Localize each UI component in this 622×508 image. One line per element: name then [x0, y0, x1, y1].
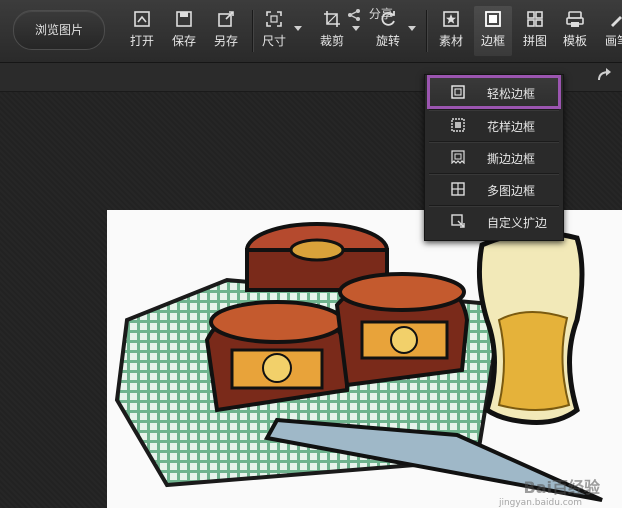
menu-item-label: 花样边框	[487, 120, 536, 134]
open-label: 打开	[129, 34, 154, 48]
main-toolbar: 浏览图片 打开 保存 另存 尺寸 裁剪 旋转 素材 边框 拼图 模板 画	[0, 0, 622, 63]
menu-item-multi-image-frame[interactable]: 多图边框	[429, 174, 559, 204]
crop-label: 裁剪	[319, 34, 344, 48]
brush-label: 画笔	[604, 34, 622, 48]
custom-extend-icon	[451, 214, 465, 228]
frame-dropdown-menu: 轻松边框 花样边框 撕边边框 多图边框 自定义扩边	[424, 74, 564, 241]
sticker-label: 素材	[438, 34, 463, 48]
brush-button[interactable]: 画笔	[600, 6, 622, 56]
frame-button[interactable]: 边框	[474, 6, 512, 56]
collage-label: 拼图	[522, 34, 547, 48]
toolbar-separator	[426, 10, 427, 52]
sticker-button[interactable]: 素材	[434, 6, 468, 56]
template-label: 模板	[562, 34, 587, 48]
crop-dropdown-caret[interactable]	[352, 26, 360, 31]
resize-icon	[266, 11, 282, 27]
template-button[interactable]: 模板	[558, 6, 592, 56]
menu-item-label: 轻松边框	[487, 87, 536, 101]
photo-preview: Bai百经验 jingyan.baidu.com	[107, 210, 622, 508]
menu-item-pattern-frame[interactable]: 花样边框	[429, 110, 559, 140]
rotate-dropdown-caret[interactable]	[408, 26, 416, 31]
template-icon	[566, 11, 584, 27]
crop-button[interactable]: 裁剪	[316, 6, 360, 56]
menu-item-simple-frame[interactable]: 轻松边框	[427, 75, 561, 109]
torn-edge-frame-icon	[451, 150, 465, 164]
brush-icon	[611, 16, 622, 27]
resize-label: 尺寸	[261, 34, 286, 48]
collage-icon	[527, 11, 543, 27]
menu-item-label: 多图边框	[487, 184, 536, 198]
menu-item-custom-extend[interactable]: 自定义扩边	[429, 206, 559, 236]
share-button[interactable]: 分享	[347, 5, 393, 22]
open-icon	[134, 11, 150, 27]
save-button[interactable]: 保存	[166, 6, 202, 56]
frame-label: 边框	[480, 34, 505, 48]
resize-button[interactable]: 尺寸	[258, 6, 302, 56]
menu-item-label: 撕边边框	[487, 152, 536, 166]
watermark-logo: Bai百经验	[523, 478, 600, 497]
save-icon	[176, 11, 192, 27]
toolbar-separator	[252, 10, 253, 52]
save-as-label: 另存	[213, 34, 238, 48]
open-button[interactable]: 打开	[124, 6, 160, 56]
menu-item-torn-edge-frame[interactable]: 撕边边框	[429, 142, 559, 172]
sticker-icon	[443, 11, 459, 27]
rotate-label: 旋转	[375, 34, 400, 48]
crop-icon	[324, 11, 340, 27]
menu-item-label: 自定义扩边	[487, 216, 548, 230]
collage-button[interactable]: 拼图	[518, 6, 552, 56]
save-as-icon	[218, 11, 234, 27]
watermark-url: jingyan.baidu.com	[498, 498, 582, 508]
share-icon	[348, 8, 360, 21]
save-as-button[interactable]: 另存	[208, 6, 244, 56]
simple-frame-icon	[451, 85, 465, 99]
multi-image-frame-icon	[451, 182, 465, 196]
redo-icon[interactable]	[597, 68, 613, 82]
share-label: 分享	[368, 7, 393, 21]
mooncake-illustration	[114, 222, 603, 502]
frame-icon	[485, 11, 501, 27]
save-label: 保存	[171, 34, 196, 48]
browse-images-button[interactable]: 浏览图片	[13, 10, 105, 50]
pattern-frame-icon	[451, 118, 465, 132]
resize-dropdown-caret[interactable]	[294, 26, 302, 31]
